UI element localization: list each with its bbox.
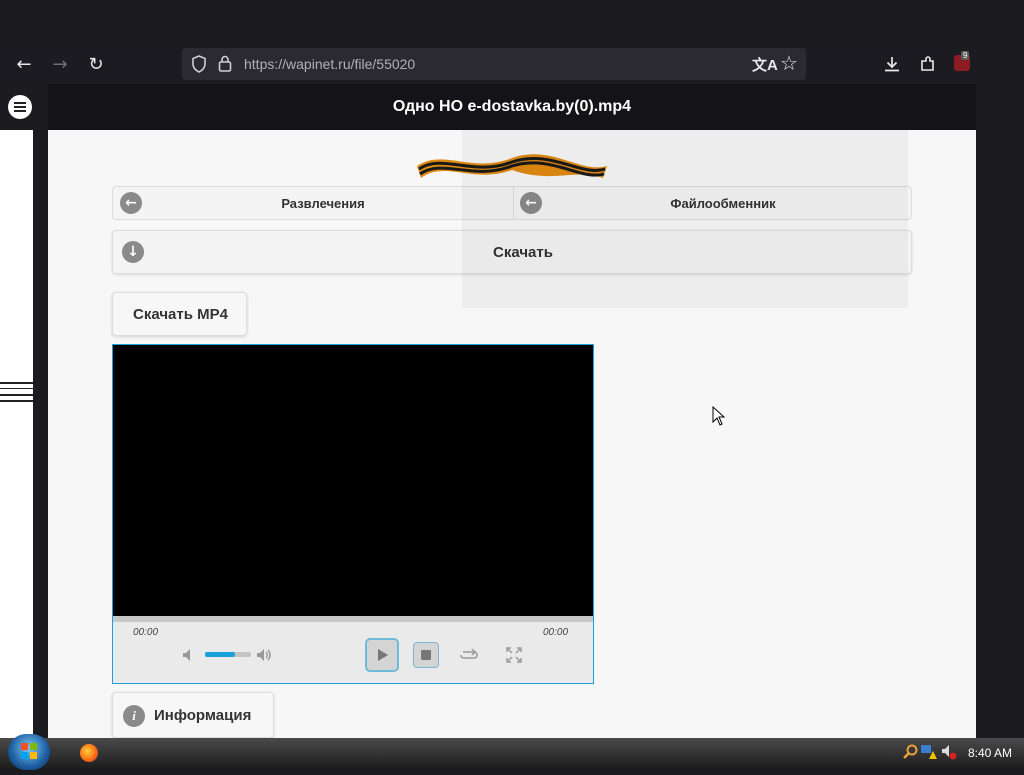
download-mp4-label: Скачать MP4 xyxy=(133,306,228,323)
shield-icon[interactable] xyxy=(191,55,207,73)
back-to-entertainment-button[interactable]: ← Развлечения xyxy=(113,187,514,219)
address-bar[interactable]: https://wapinet.ru/file/55020 文A ☆ xyxy=(182,48,806,80)
extensions-puzzle-icon[interactable] xyxy=(914,50,942,78)
total-time: 00:00 xyxy=(543,627,569,638)
player-controls: 00:00 00:00 xyxy=(113,616,593,683)
page-title: Одно НО e-dostavka.by(0).mp4 xyxy=(392,98,632,115)
reload-icon[interactable]: ↻ xyxy=(82,50,110,78)
mouse-cursor-icon xyxy=(712,406,726,426)
video-screen[interactable] xyxy=(113,345,593,616)
info-button[interactable]: i Информация xyxy=(112,692,274,738)
network-warning-tray-icon[interactable] xyxy=(920,744,938,760)
download-icon[interactable] xyxy=(878,50,906,78)
translate-icon[interactable]: 文A xyxy=(752,54,778,75)
volume-level-fill xyxy=(205,652,235,657)
info-label: Информация xyxy=(154,707,252,724)
start-button-icon[interactable] xyxy=(8,734,50,770)
firefox-taskbar-icon[interactable] xyxy=(80,744,98,762)
play-icon xyxy=(378,649,388,661)
forward-arrow-icon[interactable]: → xyxy=(46,50,74,78)
fullscreen-icon[interactable] xyxy=(506,647,522,663)
menu-hamburger-icon[interactable] xyxy=(8,95,32,119)
video-player[interactable]: 00:00 00:00 xyxy=(112,344,594,684)
repeat-icon[interactable] xyxy=(459,648,479,662)
left-side-strip xyxy=(0,130,33,738)
volume-muted-tray-icon[interactable] xyxy=(940,744,958,760)
lock-icon[interactable] xyxy=(218,55,232,72)
url-text[interactable]: https://wapinet.ru/file/55020 xyxy=(244,56,415,72)
os-taskbar: 8:40 AM xyxy=(0,734,1024,770)
info-icon: i xyxy=(123,705,145,727)
taskbar-clock[interactable]: 8:40 AM xyxy=(968,746,1012,760)
search-tray-icon[interactable] xyxy=(902,744,918,760)
faded-overlay-panel xyxy=(462,130,908,308)
extension-badge: 9 xyxy=(961,51,970,60)
volume-max-icon[interactable] xyxy=(255,647,273,663)
current-time: 00:00 xyxy=(133,627,159,638)
download-mp4-button[interactable]: Скачать MP4 xyxy=(112,292,247,336)
play-button[interactable] xyxy=(365,638,399,672)
volume-slider[interactable] xyxy=(205,652,251,657)
bookmark-star-icon[interactable]: ☆ xyxy=(780,51,798,75)
site-header: Одно НО e-dostavka.by(0).mp4 xyxy=(48,84,976,130)
stop-icon xyxy=(421,650,431,660)
stop-button[interactable] xyxy=(413,642,439,668)
back-arrow-icon[interactable]: ← xyxy=(10,50,38,78)
mute-icon[interactable] xyxy=(181,647,197,663)
